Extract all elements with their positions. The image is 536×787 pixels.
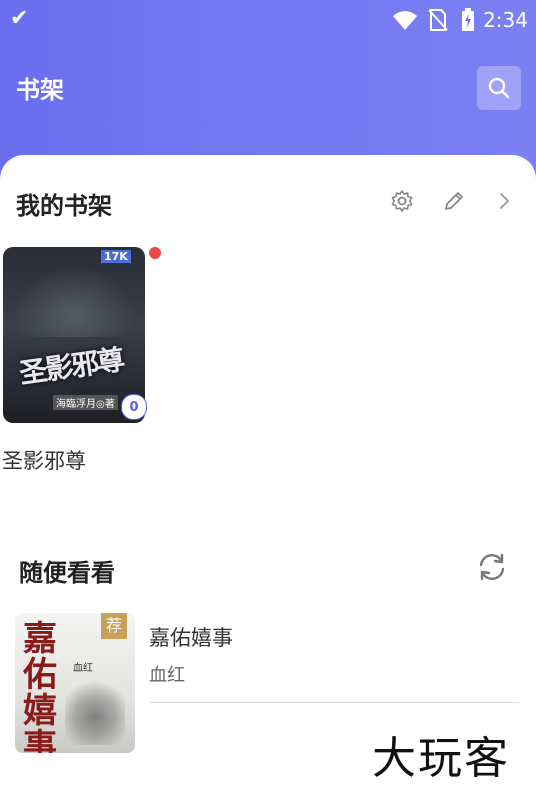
shelf-book-name[interactable]: 圣影邪尊 [2, 445, 86, 475]
wifi-icon [393, 11, 417, 30]
chevron-right-icon [500, 193, 509, 209]
refresh-icon [479, 553, 505, 581]
content-panel: 我的书架 17K 圣影邪尊 海臨浮月◎著 0 圣影邪尊 随便看看 嘉佑嬉事 血红… [0, 155, 536, 787]
pencil-icon [445, 192, 463, 210]
divider [149, 702, 519, 703]
update-dot [149, 247, 161, 259]
progress-badge: 0 [121, 394, 147, 420]
checkmark-icon: ✔ [10, 6, 29, 31]
my-shelf-title: 我的书架 [16, 192, 112, 220]
refresh-button[interactable] [474, 549, 510, 585]
status-bar: ✔ 2:34 [0, 0, 536, 40]
cover-art [13, 267, 135, 337]
search-icon [488, 77, 510, 99]
cover-title: 嘉佑嬉事 [23, 619, 57, 753]
search-button[interactable] [477, 66, 521, 110]
status-time: 2:34 [483, 8, 528, 32]
cover-title: 圣影邪尊 [17, 342, 126, 391]
page-title: 书架 [16, 76, 64, 104]
settings-button[interactable] [388, 187, 416, 215]
recommend-tag: 荐 [101, 613, 127, 639]
recommend-book-title[interactable]: 嘉佑嬉事 [149, 622, 233, 652]
cover-author: 血红 [73, 663, 93, 674]
shelf-more-button[interactable] [494, 189, 516, 213]
no-sim-icon [428, 9, 448, 31]
cover-author: 海臨浮月◎著 [53, 395, 118, 410]
gear-icon [391, 190, 413, 212]
shelf-book-card[interactable]: 17K 圣影邪尊 海臨浮月◎著 0 [3, 247, 147, 423]
watermark: 大玩客 [372, 733, 510, 784]
recommend-book-cover[interactable]: 嘉佑嬉事 血红 荐 [15, 613, 135, 753]
recommend-title: 随便看看 [19, 559, 115, 587]
cover-logo: 17K [101, 250, 131, 263]
cover-art [65, 675, 125, 745]
edit-button[interactable] [440, 187, 468, 215]
recommend-book-author: 血红 [149, 665, 185, 686]
battery-icon [462, 8, 474, 31]
